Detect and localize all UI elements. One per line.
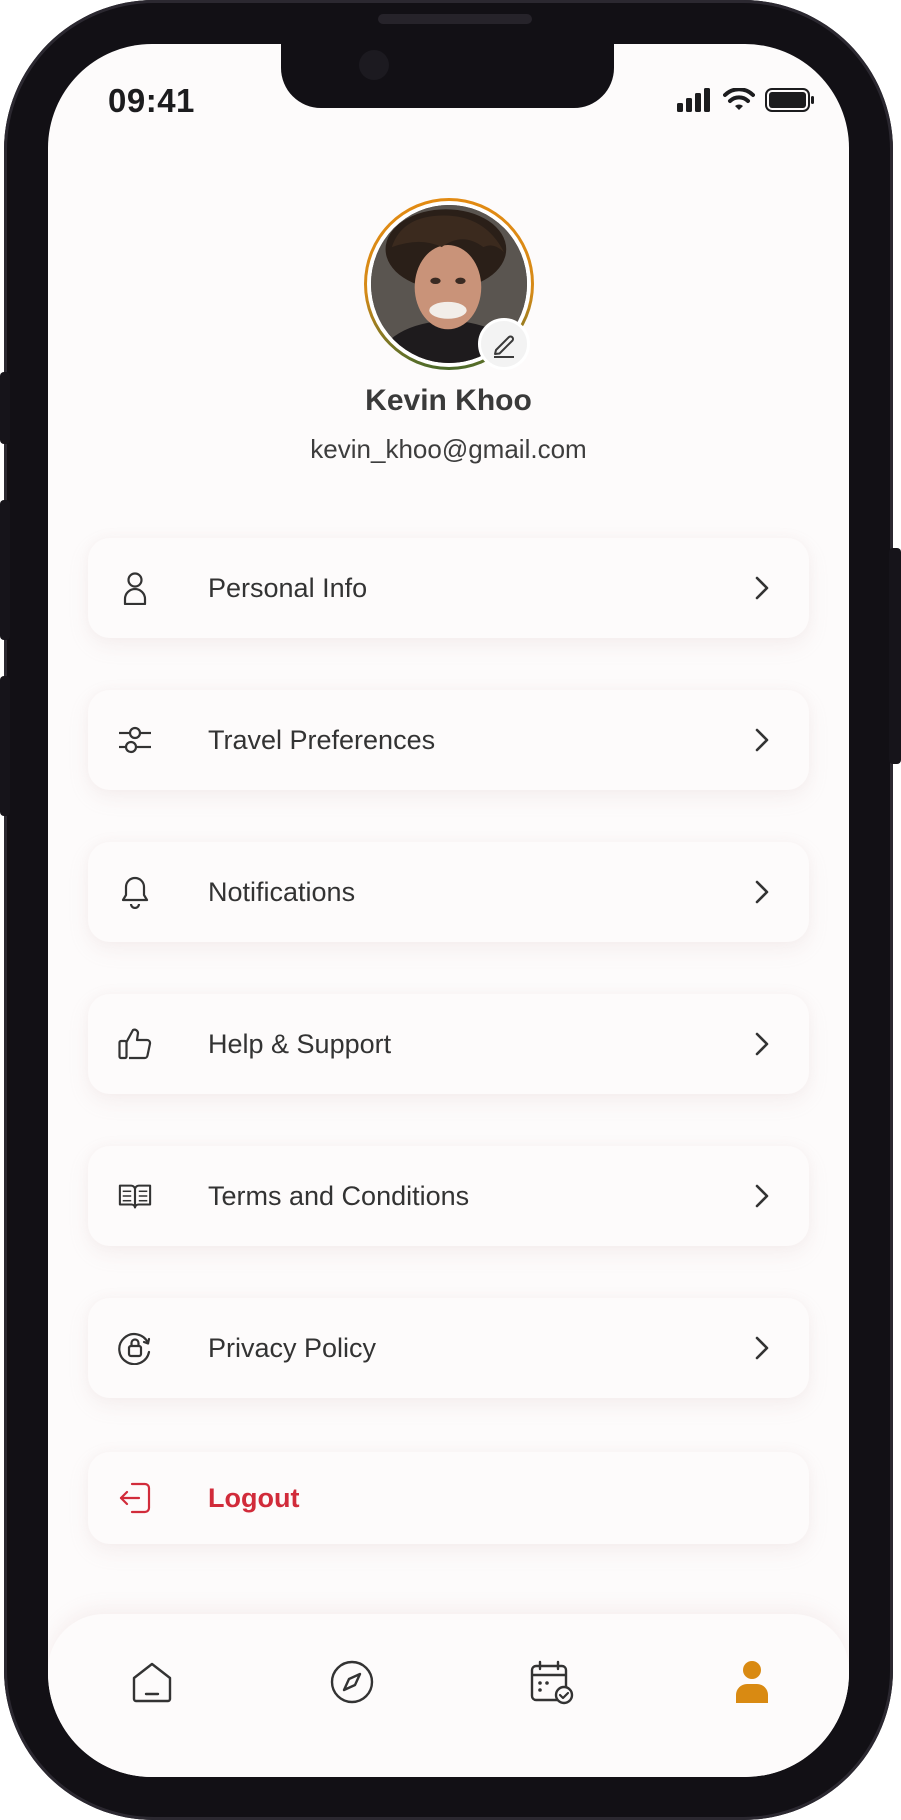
- menu-item-privacy-policy[interactable]: Privacy Policy: [88, 1298, 809, 1398]
- speaker-grille: [378, 14, 532, 24]
- tab-explore[interactable]: [326, 1656, 378, 1708]
- power-button: [889, 548, 901, 764]
- chevron-right-icon: [753, 878, 773, 906]
- thumbs-up-icon: [118, 1027, 152, 1061]
- bell-icon: [118, 875, 152, 909]
- menu-item-personal-info[interactable]: Personal Info: [88, 538, 809, 638]
- volume-down-button: [0, 676, 10, 816]
- menu-item-label: Terms and Conditions: [208, 1180, 470, 1211]
- chevron-right-icon: [753, 1334, 773, 1362]
- tab-bookings[interactable]: [526, 1656, 578, 1708]
- compass-icon: [330, 1660, 374, 1704]
- mute-switch: [0, 372, 10, 444]
- pencil-icon: [494, 335, 514, 358]
- profile-email: kevin_khoo@gmail.com: [310, 434, 587, 464]
- chevron-right-icon: [753, 574, 773, 602]
- logout-label: Logout: [208, 1482, 300, 1513]
- menu-item-help-support[interactable]: Help & Support: [88, 994, 809, 1094]
- battery-icon: [765, 88, 814, 112]
- wifi-icon: [723, 88, 755, 110]
- user-icon: [118, 571, 152, 605]
- menu-item-label: Help & Support: [208, 1028, 392, 1059]
- menu-item-label: Notifications: [208, 876, 356, 907]
- notch: [281, 44, 614, 108]
- chevron-right-icon: [753, 1182, 773, 1210]
- menu-item-label: Privacy Policy: [208, 1332, 377, 1363]
- bottom-tab-bar: [48, 1614, 849, 1777]
- chevron-right-icon: [753, 726, 773, 754]
- logout-icon: [118, 1481, 152, 1515]
- home-icon: [132, 1662, 172, 1703]
- logout-button[interactable]: Logout: [88, 1452, 809, 1544]
- sliders-icon: [118, 723, 152, 757]
- menu-item-notifications[interactable]: Notifications: [88, 842, 809, 942]
- lock-icon: [118, 1331, 152, 1365]
- menu-item-label: Travel Preferences: [208, 724, 436, 755]
- calendar-check-icon: [530, 1660, 574, 1705]
- status-time: 09:41: [108, 82, 195, 119]
- menu-item-travel-preferences[interactable]: Travel Preferences: [88, 690, 809, 790]
- phone-screen: 09:41 Kevin Khoo kevin_khoo@gmail.com Pe…: [48, 44, 849, 1777]
- signal-icon: [677, 88, 710, 112]
- profile-name: Kevin Khoo: [365, 384, 532, 417]
- chevron-right-icon: [753, 1030, 773, 1058]
- profile-icon: [736, 1661, 768, 1703]
- edit-avatar-button[interactable]: [478, 318, 530, 370]
- tab-profile[interactable]: [726, 1656, 778, 1708]
- tab-home[interactable]: [126, 1656, 178, 1708]
- menu-item-terms-conditions[interactable]: Terms and Conditions: [88, 1146, 809, 1246]
- book-icon: [118, 1179, 152, 1213]
- front-camera: [359, 50, 389, 80]
- status-icons: [677, 88, 815, 112]
- volume-up-button: [0, 500, 10, 640]
- menu-item-label: Personal Info: [208, 572, 368, 603]
